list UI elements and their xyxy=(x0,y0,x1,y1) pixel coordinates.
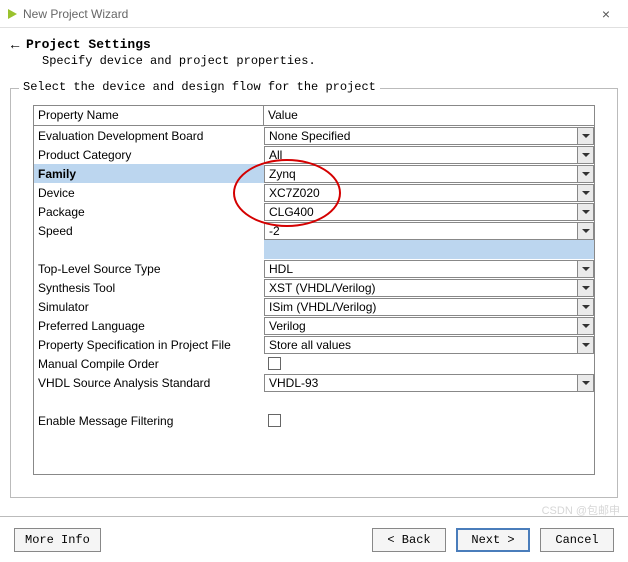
property-value-cell xyxy=(264,240,594,259)
group-label: Select the device and design flow for th… xyxy=(19,80,380,94)
dropdown-value[interactable]: Store all values xyxy=(264,336,577,354)
property-value-cell[interactable]: Store all values xyxy=(264,335,594,354)
titlebar: New Project Wizard × xyxy=(0,0,628,28)
chevron-down-icon[interactable] xyxy=(577,203,594,221)
property-label: Property Specification in Project File xyxy=(34,335,264,354)
table-row: Enable Message Filtering xyxy=(34,411,594,430)
dropdown-value[interactable]: None Specified xyxy=(264,127,577,145)
dropdown-value[interactable]: CLG400 xyxy=(264,203,577,221)
wizard-footer: More Info < Back Next > Cancel xyxy=(0,516,628,562)
chevron-down-icon[interactable] xyxy=(577,165,594,183)
dropdown-value[interactable]: XC7Z020 xyxy=(264,184,577,202)
table-row: PackageCLG400 xyxy=(34,202,594,221)
table-row: Property Specification in Project FileSt… xyxy=(34,335,594,354)
cancel-button[interactable]: Cancel xyxy=(540,528,614,552)
property-label: Evaluation Development Board xyxy=(34,126,264,145)
app-icon xyxy=(8,9,17,19)
close-icon[interactable]: × xyxy=(592,6,620,22)
property-label xyxy=(34,240,264,259)
chevron-down-icon[interactable] xyxy=(577,127,594,145)
property-label: Top-Level Source Type xyxy=(34,259,264,278)
table-row: Synthesis ToolXST (VHDL/Verilog) xyxy=(34,278,594,297)
dropdown-value[interactable]: All xyxy=(264,146,577,164)
table-row: Manual Compile Order xyxy=(34,354,594,373)
chevron-down-icon[interactable] xyxy=(577,222,594,240)
back-button[interactable]: < Back xyxy=(372,528,446,552)
chevron-down-icon[interactable] xyxy=(577,146,594,164)
dropdown-value[interactable]: VHDL-93 xyxy=(264,374,577,392)
col-header-property: Property Name xyxy=(34,106,264,125)
settings-group: Select the device and design flow for th… xyxy=(10,88,618,498)
property-label xyxy=(34,392,264,411)
table-row: VHDL Source Analysis StandardVHDL-93 xyxy=(34,373,594,392)
page-title: Project Settings xyxy=(26,37,151,52)
chevron-down-icon[interactable] xyxy=(577,260,594,278)
dropdown-value[interactable]: HDL xyxy=(264,260,577,278)
table-row xyxy=(34,240,594,259)
back-arrow-icon[interactable]: ← xyxy=(8,36,22,52)
property-label: Speed xyxy=(34,221,264,240)
table-row: FamilyZynq xyxy=(34,164,594,183)
wizard-header: ← Project Settings Specify device and pr… xyxy=(0,28,628,80)
property-label: Simulator xyxy=(34,297,264,316)
property-value-cell[interactable] xyxy=(264,354,594,373)
page-subtitle: Specify device and project properties. xyxy=(42,54,620,68)
property-label: Package xyxy=(34,202,264,221)
chevron-down-icon[interactable] xyxy=(577,374,594,392)
dropdown-value[interactable]: Verilog xyxy=(264,317,577,335)
property-value-cell[interactable]: Verilog xyxy=(264,316,594,335)
property-label: Synthesis Tool xyxy=(34,278,264,297)
property-label: Manual Compile Order xyxy=(34,354,264,373)
table-row xyxy=(34,392,594,411)
table-row: SimulatorISim (VHDL/Verilog) xyxy=(34,297,594,316)
table-row: Product CategoryAll xyxy=(34,145,594,164)
col-header-value: Value xyxy=(264,106,594,125)
property-value-cell[interactable]: Zynq xyxy=(264,164,594,183)
property-value-cell[interactable]: XC7Z020 xyxy=(264,183,594,202)
dropdown-value[interactable]: ISim (VHDL/Verilog) xyxy=(264,298,577,316)
chevron-down-icon[interactable] xyxy=(577,184,594,202)
property-label: Family xyxy=(34,164,264,183)
property-value-cell[interactable]: None Specified xyxy=(264,126,594,145)
dropdown-value[interactable]: -2 xyxy=(264,222,577,240)
property-value-cell[interactable]: CLG400 xyxy=(264,202,594,221)
property-value-cell[interactable]: XST (VHDL/Verilog) xyxy=(264,278,594,297)
property-label: Enable Message Filtering xyxy=(34,411,264,430)
chevron-down-icon[interactable] xyxy=(577,336,594,354)
grid-header: Property Name Value xyxy=(34,106,594,126)
property-value-cell[interactable]: -2 xyxy=(264,221,594,240)
chevron-down-icon[interactable] xyxy=(577,298,594,316)
dropdown-value[interactable]: XST (VHDL/Verilog) xyxy=(264,279,577,297)
property-label: Device xyxy=(34,183,264,202)
property-value-cell[interactable]: HDL xyxy=(264,259,594,278)
checkbox[interactable] xyxy=(268,414,281,427)
table-row: Evaluation Development BoardNone Specifi… xyxy=(34,126,594,145)
next-button[interactable]: Next > xyxy=(456,528,530,552)
dropdown-value[interactable]: Zynq xyxy=(264,165,577,183)
window-title: New Project Wizard xyxy=(23,7,592,21)
property-value-cell[interactable]: VHDL-93 xyxy=(264,373,594,392)
property-label: VHDL Source Analysis Standard xyxy=(34,373,264,392)
property-value-cell xyxy=(264,392,594,411)
property-value-cell[interactable]: ISim (VHDL/Verilog) xyxy=(264,297,594,316)
table-row: Top-Level Source TypeHDL xyxy=(34,259,594,278)
table-row: DeviceXC7Z020 xyxy=(34,183,594,202)
property-value-cell[interactable]: All xyxy=(264,145,594,164)
table-row: Preferred LanguageVerilog xyxy=(34,316,594,335)
chevron-down-icon[interactable] xyxy=(577,317,594,335)
property-value-cell[interactable] xyxy=(264,411,594,430)
chevron-down-icon[interactable] xyxy=(577,279,594,297)
more-info-button[interactable]: More Info xyxy=(14,528,101,552)
property-label: Product Category xyxy=(34,145,264,164)
property-grid: Property Name Value Evaluation Developme… xyxy=(33,105,595,475)
checkbox[interactable] xyxy=(268,357,281,370)
table-row: Speed-2 xyxy=(34,221,594,240)
property-label: Preferred Language xyxy=(34,316,264,335)
